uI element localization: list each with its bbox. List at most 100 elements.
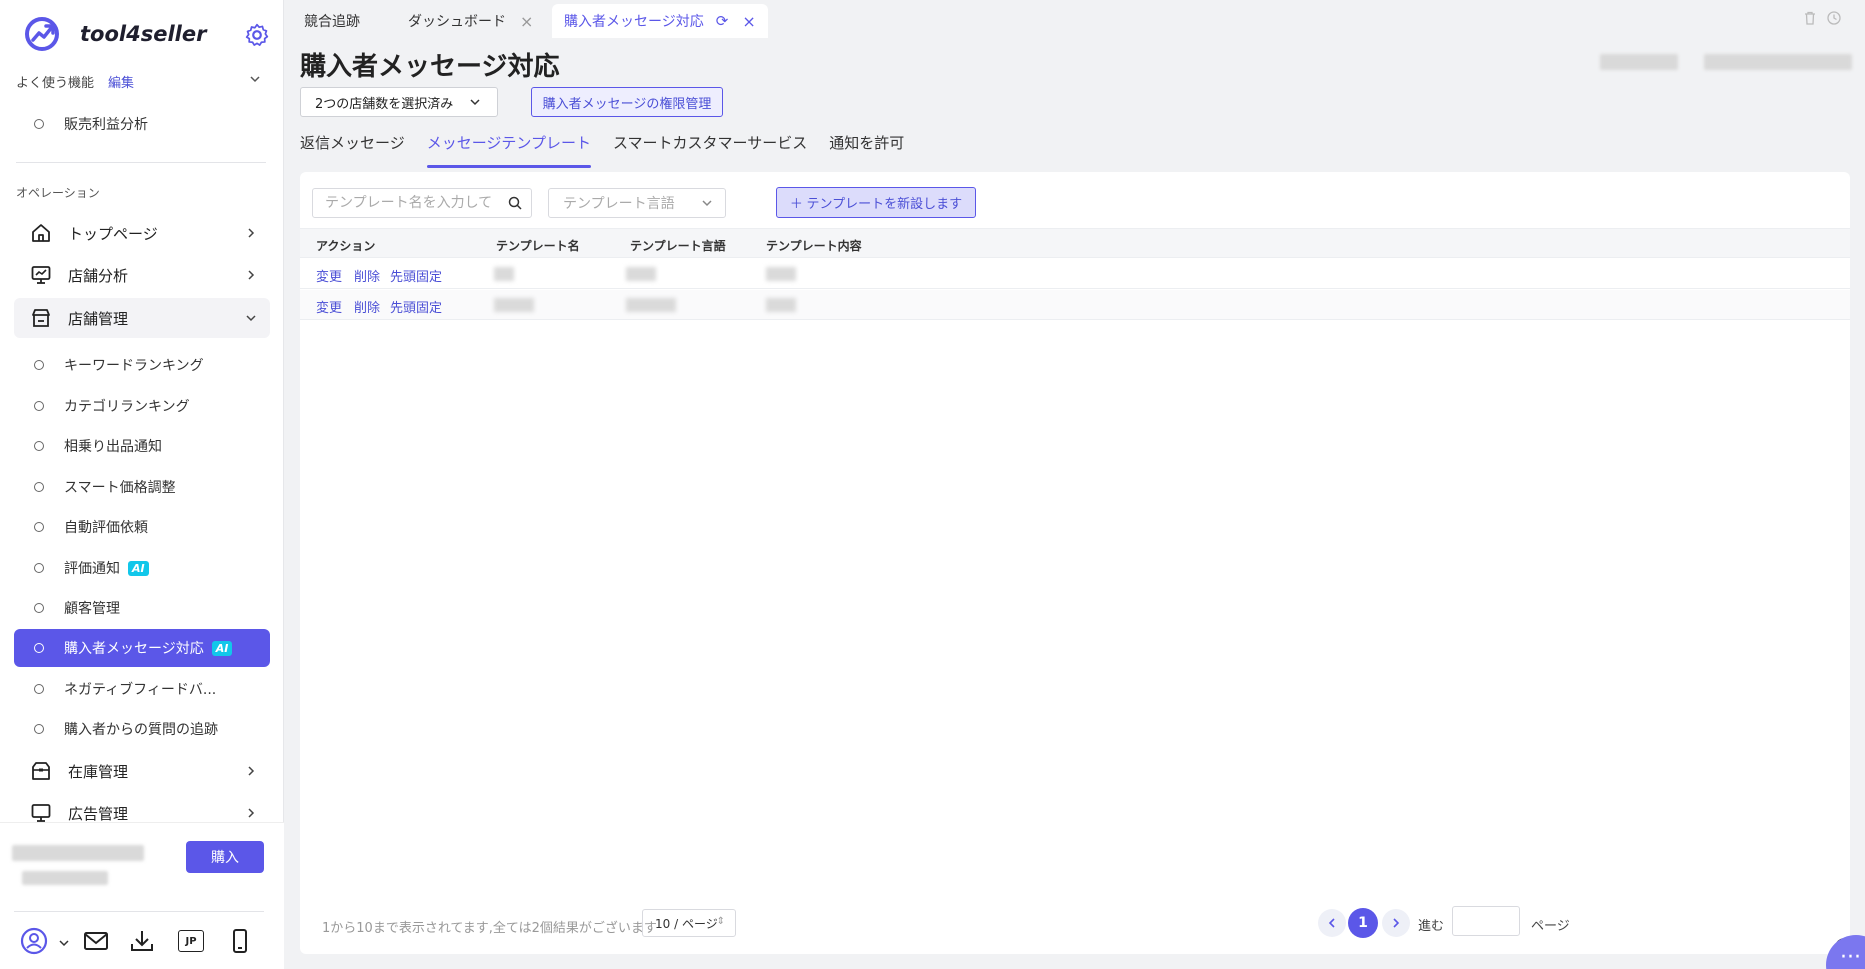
user-avatar-icon[interactable]	[20, 927, 48, 955]
bullet-icon	[34, 563, 44, 573]
trash-icon[interactable]	[1802, 10, 1818, 26]
redacted-template-content	[766, 267, 796, 281]
sidebar-item-label: スマート価格調整	[64, 480, 176, 496]
template-name-search-input[interactable]	[312, 188, 532, 218]
brand-name: tool4seller	[80, 22, 207, 46]
sidebar-item-label: 購入者からの質問の追跡	[64, 722, 218, 738]
edit-link[interactable]: 変更	[316, 266, 342, 285]
sidebar-item-label: ネガティブフィードバ...	[64, 682, 217, 698]
goto-label: 進む	[1418, 919, 1445, 934]
chevron-down-icon	[246, 315, 256, 322]
tab-buyer-messages[interactable]: 購入者メッセージ対応 ⟳ ×	[552, 4, 768, 38]
language-jp-icon[interactable]: JP	[178, 930, 204, 952]
redacted-template-name	[494, 298, 534, 312]
sidebar-item-review-alert[interactable]: 評価通知 AI	[14, 549, 270, 587]
chevron-left-icon	[1328, 918, 1335, 928]
close-icon[interactable]: ×	[742, 12, 755, 31]
sidebar-item-negative-feedback[interactable]: ネガティブフィードバ...	[14, 670, 270, 708]
chevron-down-icon[interactable]	[58, 937, 70, 949]
history-clock-icon[interactable]	[1826, 10, 1842, 26]
ai-badge: AI	[211, 640, 233, 656]
sidebar-item-hijack-alert[interactable]: 相乗り出品通知	[14, 427, 270, 465]
sidebar-item-customer-management[interactable]: 顧客管理	[14, 589, 270, 627]
redacted-template-language	[626, 267, 656, 281]
redacted-account-info	[1704, 54, 1852, 70]
tab-dashboard[interactable]: ダッシュボード ×	[396, 4, 545, 38]
column-header-template-content: テンプレート内容	[766, 239, 862, 253]
inventory-box-icon	[32, 762, 50, 780]
bullet-icon	[34, 360, 44, 370]
delete-link[interactable]: 削除	[354, 297, 380, 316]
sidebar-item-top-page[interactable]: トップページ	[14, 213, 270, 253]
subtab-message-templates[interactable]: メッセージテンプレート	[426, 130, 592, 168]
sidebar-item-sales-profit[interactable]: 販売利益分析	[14, 105, 270, 143]
next-page-button[interactable]	[1382, 909, 1410, 937]
pin-to-top-link[interactable]: 先頭固定	[390, 266, 442, 285]
pagination-summary: 1から10まで表示されてます,全ては2個結果がございます	[322, 921, 657, 936]
brand[interactable]: tool4seller	[24, 14, 206, 54]
chevron-down-icon[interactable]	[248, 72, 262, 86]
more-dots-icon: ···	[1840, 945, 1861, 969]
permission-management-button[interactable]: 購入者メッセージの権限管理	[531, 87, 723, 117]
goto-page-input[interactable]	[1452, 906, 1520, 936]
account-panel: 購入 JP	[0, 822, 284, 969]
table-row: 変更 削除 先頭固定	[300, 259, 1850, 289]
redacted-expiry-info	[22, 871, 108, 885]
favorites-edit-link[interactable]: 編集	[108, 72, 134, 91]
sidebar-item-smart-pricing[interactable]: スマート価格調整	[14, 468, 270, 506]
sidebar-item-label: トップページ	[68, 224, 158, 243]
sidebar-item-label: 購入者メッセージ対応	[64, 641, 204, 657]
redacted-template-language	[626, 298, 676, 312]
tab-label: ダッシュボード	[408, 14, 506, 30]
new-template-button[interactable]: ＋ テンプレートを新設します	[776, 187, 976, 218]
sidebar-item-category-ranking[interactable]: カテゴリランキング	[14, 387, 270, 425]
tab-competitor-tracking[interactable]: 競合追跡	[292, 4, 372, 38]
subtab-reply-messages[interactable]: 返信メッセージ	[300, 130, 405, 168]
sidebar-item-store-analysis[interactable]: 店舗分析	[14, 255, 270, 295]
tab-bar: 競合追跡 ダッシュボード × 購入者メッセージ対応 ⟳ ×	[284, 0, 1865, 38]
subtab-smart-customer-service[interactable]: スマートカスタマーサービス	[613, 130, 807, 168]
subtab-allow-notifications[interactable]: 通知を許可	[829, 130, 904, 168]
mobile-phone-icon[interactable]	[226, 927, 254, 955]
mail-icon[interactable]	[82, 927, 110, 955]
bullet-icon	[34, 684, 44, 694]
tab-label: 購入者メッセージ対応	[564, 14, 704, 30]
template-language-select[interactable]: テンプレート言語	[548, 188, 726, 218]
monitor-icon	[31, 804, 51, 822]
chevron-right-icon	[248, 808, 255, 818]
main-content: 購入者メッセージ対応 2つの店舗数を選択済み 購入者メッセージの権限管理 返信メ…	[284, 38, 1865, 969]
templates-card: テンプレート言語 ＋ テンプレートを新設します アクション テンプレート名 テン…	[300, 172, 1850, 954]
home-icon	[32, 224, 50, 242]
close-icon[interactable]: ×	[520, 12, 533, 31]
chevron-right-icon	[248, 270, 255, 280]
bullet-icon	[34, 482, 44, 492]
store-select[interactable]: 2つの店舗数を選択済み	[300, 87, 498, 117]
sidebar-item-label: 在庫管理	[68, 762, 129, 781]
edit-link[interactable]: 変更	[316, 297, 342, 316]
gear-icon[interactable]	[244, 22, 270, 48]
chevron-right-icon	[248, 766, 255, 776]
page-size-select[interactable]: 10 / ページ ⇕	[642, 909, 736, 937]
sidebar-item-label: 自動評価依頼	[64, 520, 148, 536]
favorites-label: よく使う機能	[16, 75, 95, 91]
sidebar-item-label: 店舗分析	[68, 266, 129, 285]
page-number-current[interactable]: 1	[1348, 908, 1378, 938]
bullet-icon	[34, 401, 44, 411]
sidebar-item-store-management[interactable]: 店舗管理	[14, 298, 270, 338]
sidebar-item-auto-review-request[interactable]: 自動評価依頼	[14, 508, 270, 546]
bullet-icon	[34, 119, 44, 129]
pin-to-top-link[interactable]: 先頭固定	[390, 297, 442, 316]
sidebar-item-buyer-questions[interactable]: 購入者からの質問の追跡	[14, 710, 270, 748]
sidebar-item-label: 広告管理	[68, 804, 129, 823]
buy-button[interactable]: 購入	[186, 841, 264, 873]
sidebar-item-inventory[interactable]: 在庫管理	[14, 751, 270, 791]
search-icon[interactable]	[508, 196, 522, 210]
delete-link[interactable]: 削除	[354, 266, 380, 285]
refresh-icon[interactable]: ⟳	[716, 12, 729, 30]
previous-page-button[interactable]	[1318, 909, 1346, 937]
sidebar-item-keyword-ranking[interactable]: キーワードランキング	[14, 346, 270, 384]
sidebar-item-buyer-messages[interactable]: 購入者メッセージ対応 AI	[14, 629, 270, 667]
download-icon[interactable]	[128, 927, 156, 955]
store-icon	[32, 309, 50, 327]
bullet-icon	[34, 643, 44, 653]
